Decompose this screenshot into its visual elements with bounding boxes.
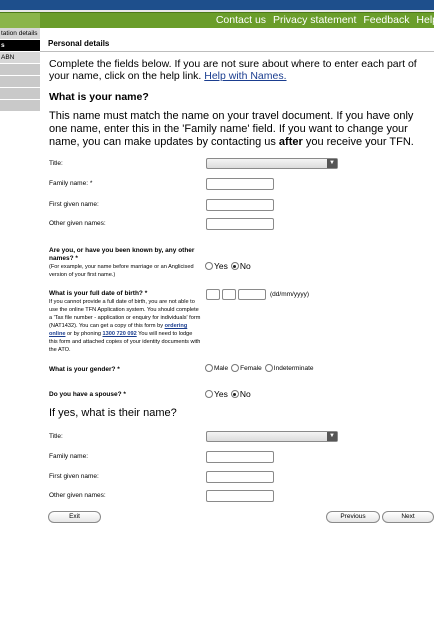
spouse-yes-radio[interactable] <box>205 390 213 398</box>
other-names-no-radio[interactable] <box>230 262 239 270</box>
spouse-no-radio[interactable] <box>230 390 239 398</box>
dob-day-input[interactable] <box>206 289 220 300</box>
spouse-question: Do you have a spouse? * <box>49 391 126 399</box>
family-name-input[interactable] <box>206 178 274 190</box>
title-select[interactable]: ▼ <box>206 158 338 169</box>
section-title: Personal details <box>40 28 434 52</box>
dob-format-hint: (dd/mm/yyyy) <box>270 291 309 298</box>
dob-hint: If you cannot provide a full date of bir… <box>49 299 200 353</box>
other-names-yes-label: Yes <box>214 261 228 271</box>
spouse-title-label: Title: <box>49 433 63 440</box>
contact-us-link[interactable]: Contact us <box>216 14 266 26</box>
gender-female-radio[interactable] <box>231 364 240 372</box>
gender-question-text: What is your gender? * <box>49 366 120 373</box>
gender-question: What is your gender? * <box>49 366 120 374</box>
sidebar-item-blank-1[interactable] <box>0 64 40 76</box>
spouse-no-label: No <box>239 389 251 399</box>
name-instructions-bold: after <box>278 136 303 148</box>
spouse-family-name-input[interactable] <box>206 451 274 463</box>
spouse-other-given-names-input[interactable] <box>206 490 274 502</box>
other-given-names-input[interactable] <box>206 218 274 230</box>
gender-male-radio[interactable] <box>205 364 213 372</box>
spouse-question-text: Do you have a spouse? * <box>49 391 126 398</box>
spouse-yes-label: Yes <box>214 389 228 399</box>
name-instructions: This name must match the name on your tr… <box>49 110 433 149</box>
sidebar: tation details s ABN <box>0 28 40 112</box>
feedback-link[interactable]: Feedback <box>363 14 409 26</box>
title-label: Title: <box>49 160 63 167</box>
main-content: Personal details Complete the fields bel… <box>40 28 434 523</box>
gender-male-label: Male <box>214 364 229 372</box>
spouse-name-heading: If yes, what is their name? <box>49 407 177 419</box>
other-names-question: Are you, or have you been known by, any … <box>49 247 199 279</box>
chevron-down-icon: ▼ <box>327 159 337 168</box>
dob-hint-b: or by phoning <box>65 331 103 337</box>
privacy-statement-link[interactable]: Privacy statement <box>273 14 356 26</box>
spouse-family-name-label: Family name: <box>49 453 89 460</box>
sidebar-item-personal-details[interactable]: s <box>0 40 40 52</box>
name-instructions-b: you receive your TFN. <box>302 136 414 148</box>
other-names-yes-radio[interactable] <box>205 262 213 270</box>
first-given-name-label: First given name: <box>49 201 99 208</box>
help-with-names-link[interactable]: Help with Names. <box>204 70 286 82</box>
other-names-no-label: No <box>239 261 251 271</box>
sidebar-item-blank-3[interactable] <box>0 88 40 100</box>
previous-button[interactable]: Previous <box>326 511 380 523</box>
spouse-first-given-name-label: First given name: <box>49 473 99 480</box>
help-link[interactable]: Help <box>416 14 434 26</box>
gender-female-label: Female <box>240 364 262 372</box>
dob-question-text: What is your full date of birth? * <box>49 290 148 297</box>
other-names-radio-group: Yes No <box>205 261 254 271</box>
spouse-radio-group: Yes No <box>205 389 254 399</box>
gender-indeterminate-label: Indeterminate <box>273 364 314 372</box>
spouse-other-given-names-label: Other given names: <box>49 492 106 499</box>
name-heading: What is your name? <box>49 91 149 103</box>
other-names-question-text: Are you, or have you been known by, any … <box>49 247 195 262</box>
chevron-down-icon: ▼ <box>327 432 337 441</box>
dob-month-input[interactable] <box>222 289 236 300</box>
dob-inputs: (dd/mm/yyyy) <box>206 289 309 300</box>
next-button[interactable]: Next <box>382 511 434 523</box>
dob-year-input[interactable] <box>238 289 266 300</box>
phone-number-link[interactable]: 1300 720 092 <box>103 331 137 337</box>
family-name-label: Family name: * <box>49 180 93 187</box>
gender-indeterminate-radio[interactable] <box>264 364 273 372</box>
top-banner <box>0 0 434 12</box>
spouse-title-select[interactable]: ▼ <box>206 431 338 442</box>
header-links: Contact us Privacy statement Feedback He… <box>212 14 434 26</box>
other-given-names-label: Other given names: <box>49 220 106 227</box>
dob-question: What is your full date of birth? * If yo… <box>49 290 201 354</box>
sidebar-item-blank-2[interactable] <box>0 76 40 88</box>
spouse-first-given-name-input[interactable] <box>206 471 274 483</box>
top-nav: Contact us Privacy statement Feedback He… <box>0 12 434 29</box>
sidebar-item-application-details[interactable]: tation details <box>0 28 40 40</box>
other-names-hint: (For example, your name before marriage … <box>49 264 194 278</box>
exit-button[interactable]: Exit <box>48 511 101 523</box>
first-given-name-input[interactable] <box>206 199 274 211</box>
intro-text: Complete the fields below. If you are no… <box>49 58 429 82</box>
sidebar-item-abn[interactable]: ABN <box>0 52 40 64</box>
gender-radio-group: Male Female Indeterminate <box>205 364 317 372</box>
nav-left-block <box>0 13 40 29</box>
sidebar-item-blank-4[interactable] <box>0 100 40 112</box>
